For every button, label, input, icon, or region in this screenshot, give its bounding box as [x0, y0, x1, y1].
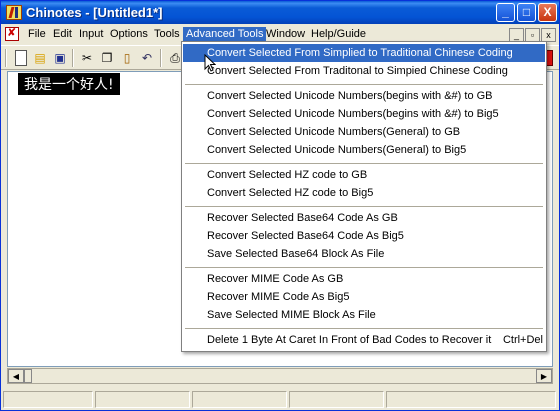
- menu-separator: [185, 206, 543, 207]
- status-bar: [1, 389, 559, 410]
- mdi-minimize-button[interactable]: _: [509, 28, 524, 42]
- menu-item-unicode-amp-to-gb[interactable]: Convert Selected Unicode Numbers(begins …: [183, 87, 545, 105]
- document-icon[interactable]: [5, 26, 19, 41]
- menu-item-base64-as-big5[interactable]: Recover Selected Base64 Code As Big5: [183, 227, 545, 245]
- menu-item-base64-as-gb[interactable]: Recover Selected Base64 Code As GB: [183, 209, 545, 227]
- scroll-left-icon[interactable]: ◀: [8, 369, 24, 383]
- new-file-icon[interactable]: [15, 50, 27, 66]
- paste-icon[interactable]: ▯: [119, 50, 135, 66]
- toolbar-separator: [72, 49, 74, 67]
- cut-icon[interactable]: ✂: [79, 50, 95, 66]
- menu-file[interactable]: File: [25, 27, 49, 43]
- menu-tools[interactable]: Tools: [151, 27, 183, 43]
- mdi-restore-button[interactable]: ▫: [525, 28, 540, 42]
- menu-item-hz-to-gb[interactable]: Convert Selected HZ code to GB: [183, 166, 545, 184]
- menu-item-unicode-amp-to-big5[interactable]: Convert Selected Unicode Numbers(begins …: [183, 105, 545, 123]
- menu-item-simplified-to-traditional[interactable]: Convert Selected From Simplied to Tradit…: [183, 44, 545, 62]
- app-icon[interactable]: [6, 5, 22, 20]
- save-icon[interactable]: ▣: [52, 50, 68, 66]
- menu-item-unicode-general-to-big5[interactable]: Convert Selected Unicode Numbers(General…: [183, 141, 545, 159]
- menu-separator: [185, 84, 543, 85]
- copy-icon[interactable]: ❐: [99, 50, 115, 66]
- scroll-thumb[interactable]: [24, 369, 32, 383]
- menu-item-save-mime-block[interactable]: Save Selected MIME Block As File: [183, 306, 545, 324]
- menu-item-unicode-general-to-gb[interactable]: Convert Selected Unicode Numbers(General…: [183, 123, 545, 141]
- horizontal-scrollbar[interactable]: ◀ ▶: [7, 368, 553, 384]
- undo-icon[interactable]: ↶: [139, 50, 155, 66]
- menu-item-mime-as-gb[interactable]: Recover MIME Code As GB: [183, 270, 545, 288]
- close-button[interactable]: X: [538, 3, 557, 22]
- open-folder-icon[interactable]: ▤: [32, 50, 48, 66]
- menu-item-traditional-to-simplified[interactable]: Convert Selected From Traditonal to Simp…: [183, 62, 545, 80]
- menu-options[interactable]: Options: [107, 27, 151, 43]
- menu-item-delete-byte-at-caret[interactable]: Delete 1 Byte At Caret In Front of Bad C…: [183, 331, 545, 349]
- menu-separator: [185, 267, 543, 268]
- status-panel: [3, 391, 93, 408]
- advanced-tools-menu: Convert Selected From Simplied to Tradit…: [181, 41, 547, 352]
- status-panel: [192, 391, 287, 408]
- menu-item-hz-to-big5[interactable]: Convert Selected HZ code to Big5: [183, 184, 545, 202]
- menu-item-mime-as-big5[interactable]: Recover MIME Code As Big5: [183, 288, 545, 306]
- menu-item-shortcut: Ctrl+Del: [502, 334, 543, 346]
- menu-item-label: Delete 1 Byte At Caret In Front of Bad C…: [207, 334, 492, 346]
- menu-input[interactable]: Input: [76, 27, 106, 43]
- status-panel: [386, 391, 556, 408]
- maximize-button[interactable]: □: [517, 3, 536, 22]
- menu-item-save-base64-block[interactable]: Save Selected Base64 Block As File: [183, 245, 545, 263]
- toolbar-grip: [5, 49, 7, 67]
- scroll-right-icon[interactable]: ▶: [536, 369, 552, 383]
- title-bar[interactable]: Chinotes - [Untitled1*] _ □ X: [1, 1, 559, 24]
- status-panel: [95, 391, 190, 408]
- menu-edit[interactable]: Edit: [50, 27, 75, 43]
- toolbar-separator: [160, 49, 162, 67]
- mouse-pointer-icon: [204, 54, 216, 72]
- mdi-close-button[interactable]: x: [541, 28, 556, 42]
- selected-text[interactable]: 我是一个好人!: [18, 73, 120, 95]
- menu-separator: [185, 163, 543, 164]
- minimize-button[interactable]: _: [496, 3, 515, 22]
- status-panel: [289, 391, 384, 408]
- window-title: Chinotes - [Untitled1*]: [26, 5, 163, 20]
- menu-separator: [185, 328, 543, 329]
